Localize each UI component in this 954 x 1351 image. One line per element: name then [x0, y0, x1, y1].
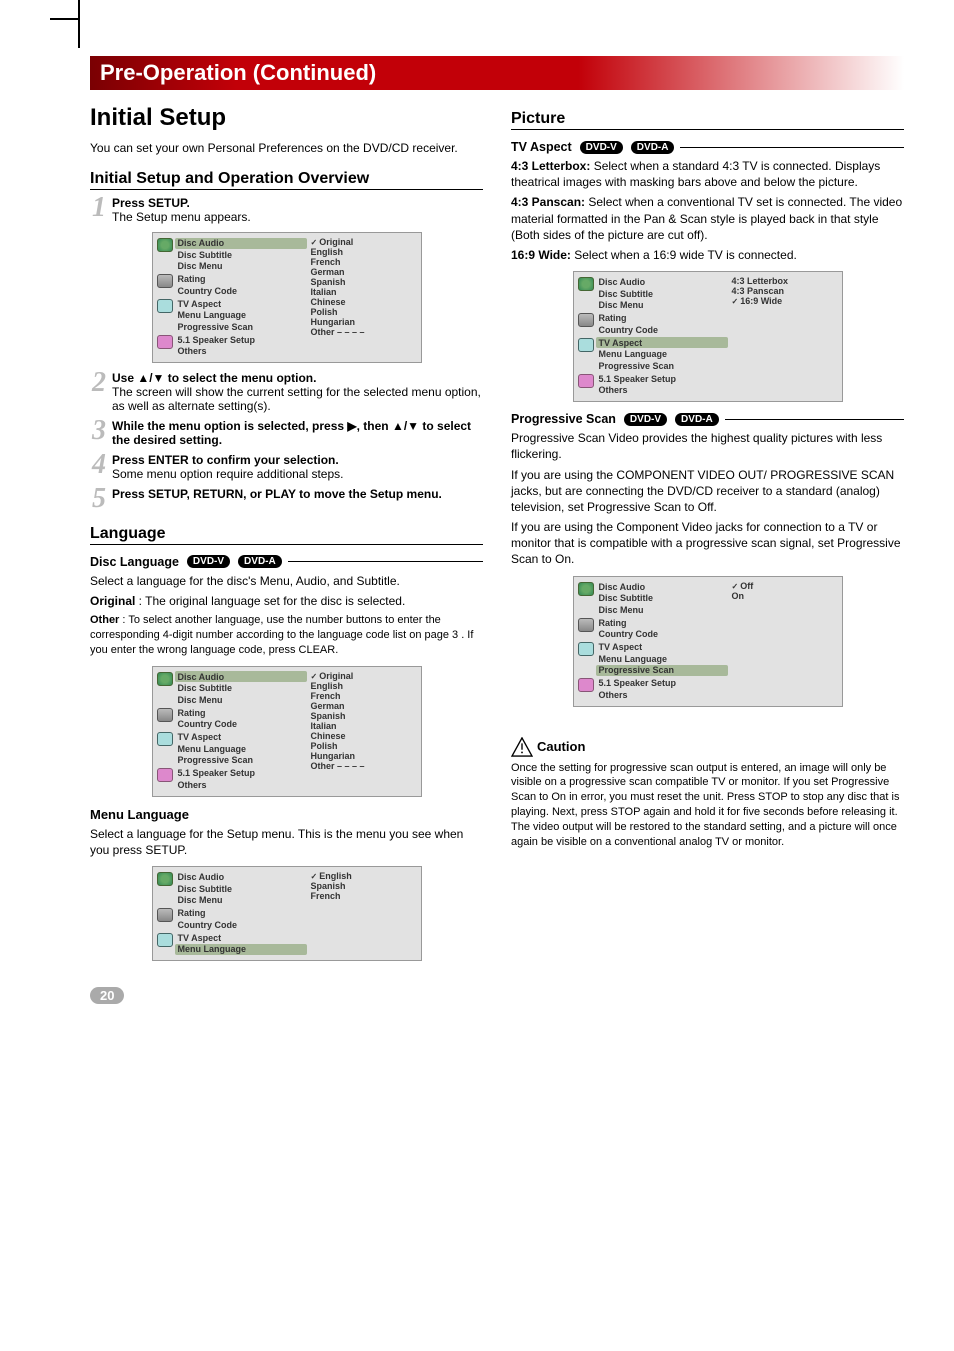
step-5: 5 Press SETUP, RETURN, or PLAY to move t…	[90, 487, 483, 511]
picture-heading: Picture	[511, 110, 904, 130]
dvd-v-pill: DVD-V	[187, 555, 230, 568]
dvd-v-pill: DVD-V	[580, 141, 623, 154]
left-column: Initial Setup You can set your own Perso…	[90, 104, 483, 969]
dvd-a-pill: DVD-A	[675, 413, 719, 426]
section-banner: Pre-Operation (Continued)	[90, 56, 904, 90]
step-2: 2 Use ▲/▼ to select the menu option.The …	[90, 371, 483, 413]
page-footer: 20	[90, 987, 904, 1004]
caution-icon	[511, 737, 533, 757]
language-heading: Language	[90, 525, 483, 545]
osd-screenshot-tv: Disc AudioDisc SubtitleDisc MenuRatingCo…	[573, 271, 843, 402]
overview-heading: Initial Setup and Operation Overview	[90, 170, 483, 190]
step-3: 3 While the menu option is selected, pre…	[90, 419, 483, 447]
dvd-a-pill: DVD-A	[631, 141, 675, 154]
step-4: 4 Press ENTER to confirm your selection.…	[90, 453, 483, 481]
step-number-icon: 2	[90, 371, 108, 413]
step-1: 1 Press SETUP.The Setup menu appears.	[90, 196, 483, 224]
osd-screenshot-3: Disc AudioDisc SubtitleDisc MenuRatingCo…	[152, 866, 422, 961]
intro-text: You can set your own Personal Preference…	[90, 140, 483, 156]
step-number-icon: 1	[90, 196, 108, 224]
tv-aspect-heading: TV Aspect DVD-V DVD-A	[511, 140, 904, 154]
osd-screenshot-1: Disc AudioDisc SubtitleDisc MenuRatingCo…	[152, 232, 422, 363]
dvd-a-pill: DVD-A	[238, 555, 282, 568]
step-number-icon: 3	[90, 419, 108, 447]
caution-heading: Caution	[511, 737, 904, 757]
progressive-scan-heading: Progressive Scan DVD-V DVD-A	[511, 412, 904, 426]
page: Pre-Operation (Continued) Initial Setup …	[0, 0, 954, 1034]
page-number-badge: 20	[90, 987, 124, 1004]
osd-screenshot-2: Disc AudioDisc SubtitleDisc MenuRatingCo…	[152, 666, 422, 797]
page-title: Initial Setup	[90, 104, 483, 132]
disc-language-heading: Disc Language DVD-V DVD-A	[90, 555, 483, 569]
step-number-icon: 5	[90, 487, 108, 511]
menu-language-heading: Menu Language	[90, 807, 483, 822]
dvd-v-pill: DVD-V	[624, 413, 667, 426]
osd-screenshot-ps: Disc AudioDisc SubtitleDisc MenuRatingCo…	[573, 576, 843, 707]
right-column: Picture TV Aspect DVD-V DVD-A 4:3 Letter…	[511, 104, 904, 969]
step-number-icon: 4	[90, 453, 108, 481]
